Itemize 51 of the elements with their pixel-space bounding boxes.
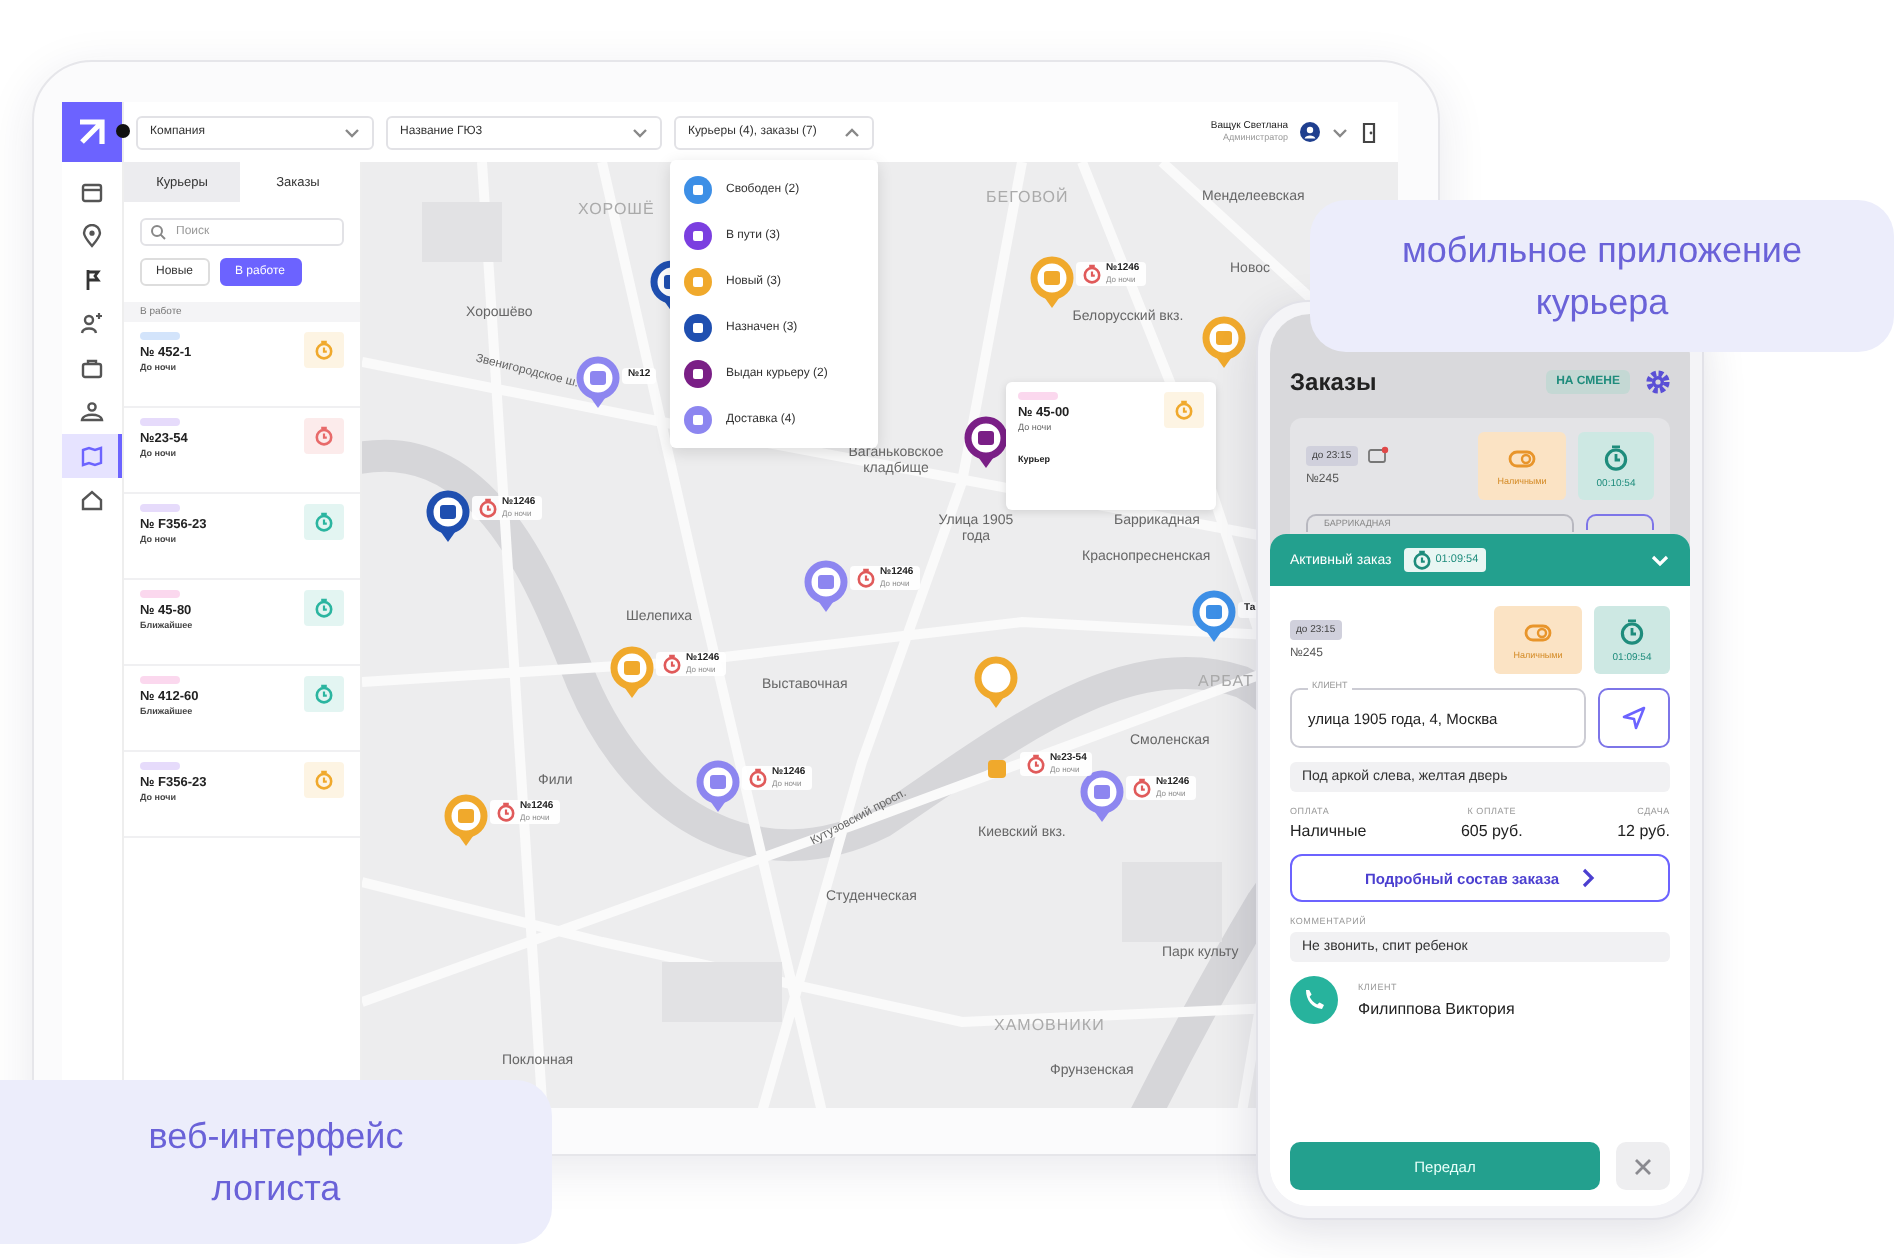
map-icon <box>80 444 104 468</box>
caption-bubble: мобильное приложение курьера <box>1310 200 1894 352</box>
clock-icon <box>662 654 682 674</box>
location-pin-icon <box>80 224 104 248</box>
caret-icon <box>1332 125 1348 139</box>
clock-icon <box>1026 754 1046 774</box>
client-name: Филиппова Виктория <box>1358 1000 1517 1018</box>
map-marker[interactable] <box>988 760 1006 778</box>
caret-icon <box>632 125 648 139</box>
map-label: ХАМОВНИКИ <box>994 1018 1105 1036</box>
chevron-right-icon <box>1579 868 1596 888</box>
phone-call-icon[interactable] <box>1290 976 1338 1024</box>
clock-icon <box>1174 400 1194 420</box>
map-label: БЕГОВОЙ <box>986 190 1069 208</box>
search-icon <box>150 224 166 240</box>
navigate-button[interactable] <box>1586 514 1654 530</box>
clock-icon <box>1618 617 1646 645</box>
field-value: 12 руб. <box>1617 822 1670 840</box>
notification-dot <box>116 124 130 138</box>
close-button[interactable] <box>1616 1142 1670 1190</box>
home-icon <box>80 488 104 512</box>
clock-icon <box>748 768 768 788</box>
chevron-icon[interactable] <box>1650 552 1670 568</box>
close-icon <box>1634 1157 1652 1175</box>
clock-icon <box>1411 550 1432 570</box>
field-value: Наличные <box>1290 822 1367 840</box>
bag-icon <box>80 356 104 380</box>
caption-bubble: веб-интерфейс логиста <box>0 1080 552 1244</box>
navigation-arrow-icon <box>1622 706 1646 730</box>
door-icon[interactable] <box>1360 121 1378 143</box>
avatar-icon[interactable] <box>1300 122 1320 142</box>
logo-icon[interactable] <box>62 102 122 162</box>
map-pin[interactable] <box>426 490 470 542</box>
clock-icon <box>1082 264 1102 284</box>
map-label: ХОРОШЁ <box>578 202 655 220</box>
status-tag <box>1018 392 1058 400</box>
clock-icon <box>856 568 876 588</box>
calendar-icon <box>80 180 104 204</box>
screen-title: Заказы <box>1290 368 1379 396</box>
clock-icon <box>478 498 498 518</box>
chat-icon <box>1367 446 1390 466</box>
clock-icon <box>1132 778 1152 798</box>
navigate-button[interactable] <box>1598 688 1670 748</box>
map-label: АРБАТ <box>1198 674 1254 692</box>
settings-icon[interactable] <box>1646 370 1670 394</box>
people-icon <box>80 312 104 336</box>
caret-icon <box>344 125 360 139</box>
clock-icon <box>496 802 516 822</box>
clock-icon <box>1602 443 1630 471</box>
field-value: 605 руб. <box>1460 822 1523 840</box>
caret-icon <box>844 125 860 139</box>
